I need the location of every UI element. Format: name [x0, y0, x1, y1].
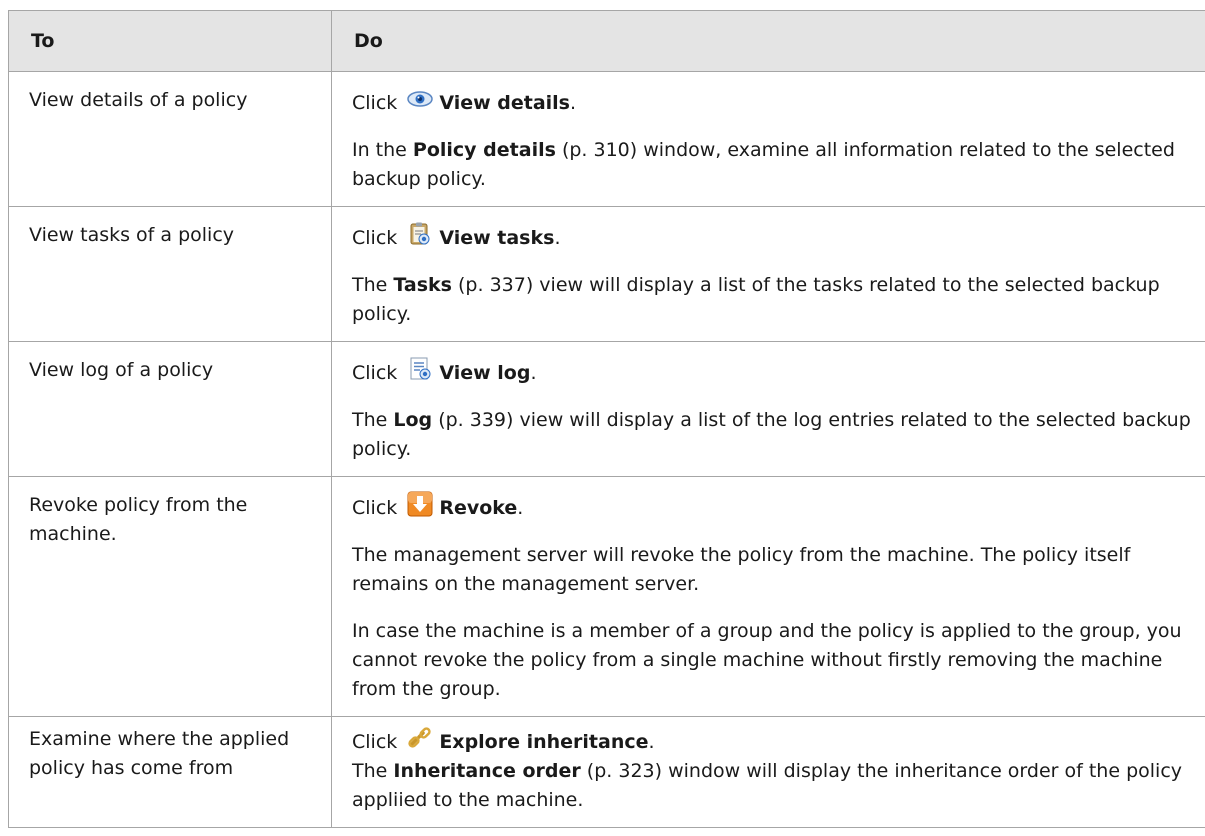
click-prefix: Click: [352, 362, 398, 384]
header-to: To: [8, 10, 332, 72]
inheritance-order-link[interactable]: Inheritance order: [393, 760, 580, 782]
log-link[interactable]: Log: [393, 409, 432, 431]
revoke-arrow-icon[interactable]: [407, 491, 433, 517]
row-to-cell: View tasks of a policy: [8, 206, 332, 342]
revoke-action[interactable]: Revoke: [439, 497, 517, 519]
table-header-row: To Do: [8, 10, 1205, 72]
click-instruction: Click View details.: [352, 86, 1205, 118]
policy-details-link[interactable]: Policy details: [413, 139, 556, 161]
click-prefix: Click: [352, 92, 398, 114]
table-row: Examine where the applied policy has com…: [8, 716, 1205, 828]
page-ref: (p. 339): [432, 409, 514, 431]
desc-pre: The: [352, 409, 394, 431]
row-description: In case the machine is a member of a gro…: [352, 620, 1182, 700]
row-to-cell: Revoke policy from the machine.: [8, 476, 332, 717]
click-prefix: Click: [352, 497, 398, 519]
row-to-text: Revoke policy from the machine.: [29, 494, 248, 545]
row-do-cell: Click View details. In the Policy detail…: [331, 71, 1205, 207]
view-tasks-action[interactable]: View tasks: [439, 227, 554, 249]
log-document-icon[interactable]: [407, 356, 433, 382]
view-details-action[interactable]: View details: [439, 92, 570, 114]
desc-pre: The: [352, 274, 394, 296]
row-description: The Tasks (p. 337) view will display a l…: [352, 271, 1205, 329]
table-row: View tasks of a policy Click View tasks.…: [8, 206, 1205, 342]
page-ref: (p. 337): [451, 274, 534, 296]
row-to-text: Examine where the applied policy has com…: [29, 728, 290, 779]
eye-icon[interactable]: [407, 86, 434, 112]
row-do-cell: Click Revoke. The management server will…: [331, 476, 1205, 717]
row-to-cell: Examine where the applied policy has com…: [8, 716, 332, 828]
row-do-cell: Click Explore inheritance. The Inheritan…: [331, 716, 1205, 828]
click-prefix: Click: [352, 227, 398, 249]
click-instruction: Click View log.: [352, 356, 1205, 388]
click-prefix: Click: [352, 731, 398, 753]
tasks-clipboard-icon[interactable]: [407, 221, 433, 247]
actions-table: To Do View details of a policy Click Vie…: [8, 10, 1205, 828]
chain-link-icon[interactable]: [407, 725, 433, 751]
row-to-cell: View details of a policy: [8, 71, 332, 207]
row-description: In the Policy details (p. 310) window, e…: [352, 136, 1205, 194]
row-to-cell: View log of a policy: [8, 341, 332, 477]
desc-pre: In the: [352, 139, 413, 161]
row-to-text: View tasks of a policy: [29, 224, 235, 246]
page-ref: (p. 310): [555, 139, 638, 161]
desc-pre: The: [352, 760, 394, 782]
header-do: Do: [331, 10, 1205, 72]
table-row: View log of a policy Click View log. The…: [8, 341, 1205, 477]
row-description: The Log (p. 339) view will display a lis…: [352, 406, 1205, 464]
row-to-text: View details of a policy: [29, 89, 248, 111]
row-description: The management server will revoke the po…: [352, 544, 1131, 595]
table-row: Revoke policy from the machine. Click Re…: [8, 476, 1205, 717]
row-do-cell: Click View tasks. The Tasks (p. 337) vie…: [331, 206, 1205, 342]
table-row: View details of a policy Click View deta…: [8, 71, 1205, 207]
view-log-action[interactable]: View log: [439, 362, 530, 384]
row-do-cell: Click View log. The Log (p. 339) view wi…: [331, 341, 1205, 477]
page-ref: (p. 323): [580, 760, 663, 782]
click-instruction: Click View tasks.: [352, 221, 1205, 253]
row-description: The Inheritance order (p. 323) window wi…: [352, 757, 1205, 815]
tasks-link[interactable]: Tasks: [393, 274, 452, 296]
click-instruction: Click Revoke.: [352, 491, 1205, 523]
click-instruction: Click Explore inheritance.: [352, 725, 1205, 757]
explore-inheritance-action[interactable]: Explore inheritance: [439, 731, 648, 753]
row-to-text: View log of a policy: [29, 359, 214, 381]
